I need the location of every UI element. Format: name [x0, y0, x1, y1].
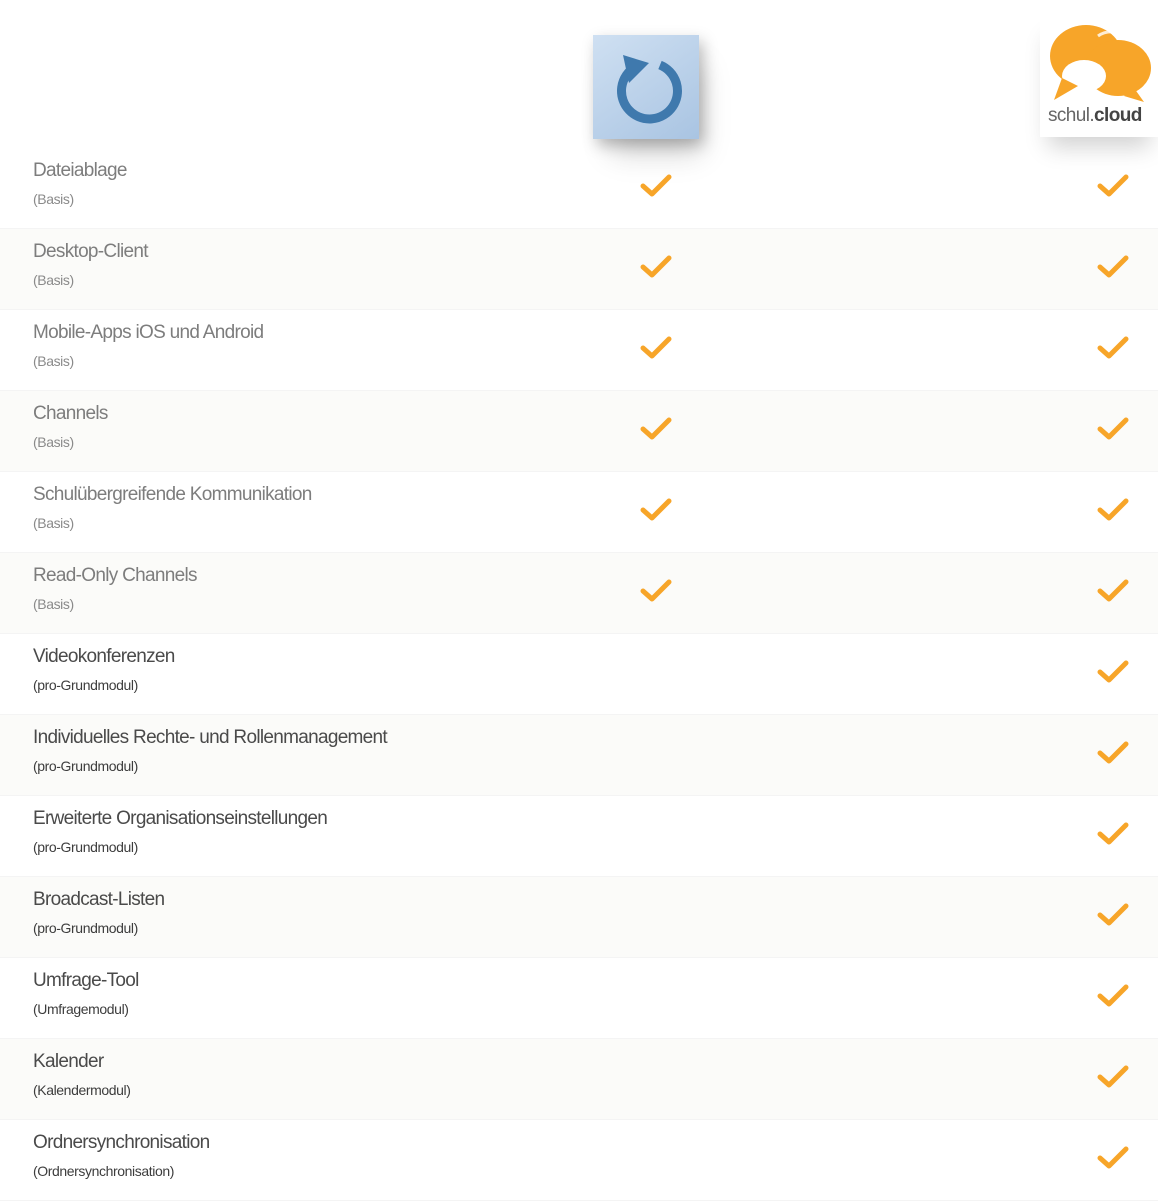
feature-row: Kalender (Kalendermodul) [0, 1039, 1158, 1120]
checkmark-icon [1097, 1063, 1129, 1091]
feature-label: Schulübergreifende Kommunikation [33, 484, 312, 505]
product-header: schul.cloud [0, 0, 1158, 150]
feature-label: Mobile-Apps iOS und Android [33, 322, 264, 343]
feature-row: Broadcast-Listen (pro-Grundmodul) [0, 877, 1158, 958]
checkmark-icon [640, 172, 672, 200]
refresh-logo [593, 35, 699, 139]
feature-module-note: (pro-Grundmodul) [33, 758, 138, 774]
feature-row: Read-Only Channels (Basis) [0, 553, 1158, 634]
checkmark-icon [1097, 739, 1129, 767]
feature-module-note: (pro-Grundmodul) [33, 839, 138, 855]
checkmark-icon [1097, 496, 1129, 524]
checkmark-icon [1097, 982, 1129, 1010]
feature-module-note: (Kalendermodul) [33, 1082, 131, 1098]
feature-module-note: (Umfragemodul) [33, 1001, 129, 1017]
feature-module-note: (Basis) [33, 596, 74, 612]
feature-module-note: (pro-Grundmodul) [33, 920, 138, 936]
checkmark-icon [1097, 334, 1129, 362]
feature-label: Kalender [33, 1051, 104, 1072]
feature-module-note: (Basis) [33, 515, 74, 531]
schul-cloud-logo: schul.cloud [1040, 12, 1158, 137]
feature-module-note: (pro-Grundmodul) [33, 677, 138, 693]
checkmark-icon [640, 334, 672, 362]
checkmark-icon [640, 253, 672, 281]
feature-label: Videokonferenzen [33, 646, 175, 667]
feature-row: Erweiterte Organisationseinstellungen (pr… [0, 796, 1158, 877]
checkmark-icon [1097, 820, 1129, 848]
feature-label: Ordnersynchronisation [33, 1132, 210, 1153]
feature-row: Ordnersynchronisation (Ordnersynchronisat… [0, 1120, 1158, 1201]
refresh-icon [617, 55, 682, 124]
schul-cloud-wordmark: schul.cloud [1048, 105, 1142, 126]
feature-module-note: (Basis) [33, 434, 74, 450]
feature-row: Schulübergreifende Kommunikation (Basis) [0, 472, 1158, 553]
checkmark-icon [1097, 415, 1129, 443]
feature-row: Channels (Basis) [0, 391, 1158, 472]
feature-label: Read-Only Channels [33, 565, 197, 586]
checkmark-icon [1097, 1144, 1129, 1172]
checkmark-icon [1097, 658, 1129, 686]
feature-label: Umfrage-Tool [33, 970, 139, 991]
feature-label: Channels [33, 403, 108, 424]
feature-row: Videokonferenzen (pro-Grundmodul) [0, 634, 1158, 715]
checkmark-icon [640, 415, 672, 443]
checkmark-icon [640, 577, 672, 605]
feature-row: Individuelles Rechte- und Rollenmanageme… [0, 715, 1158, 796]
feature-row: Umfrage-Tool (Umfragemodul) [0, 958, 1158, 1039]
feature-label: Individuelles Rechte- und Rollenmanageme… [33, 727, 388, 748]
checkmark-icon [1097, 253, 1129, 281]
feature-label: Broadcast-Listen [33, 889, 165, 910]
checkmark-icon [1097, 901, 1129, 929]
speech-bubbles-icon [1050, 25, 1151, 102]
feature-row: Mobile-Apps iOS und Android (Basis) [0, 310, 1158, 391]
checkmark-icon [1097, 577, 1129, 605]
feature-comparison-table: Dateiablage (Basis) Desktop-Client (Basis) M… [0, 148, 1158, 1201]
feature-module-note: (Basis) [33, 272, 74, 288]
feature-label: Erweiterte Organisationseinstellungen [33, 808, 328, 829]
feature-label: Dateiablage [33, 160, 127, 181]
feature-module-note: (Basis) [33, 191, 74, 207]
checkmark-icon [1097, 172, 1129, 200]
feature-module-note: (Ordnersynchronisation) [33, 1163, 174, 1179]
feature-module-note: (Basis) [33, 353, 74, 369]
feature-row: Desktop-Client (Basis) [0, 229, 1158, 310]
feature-label: Desktop-Client [33, 241, 149, 262]
checkmark-icon [640, 496, 672, 524]
feature-row: Dateiablage (Basis) [0, 148, 1158, 229]
